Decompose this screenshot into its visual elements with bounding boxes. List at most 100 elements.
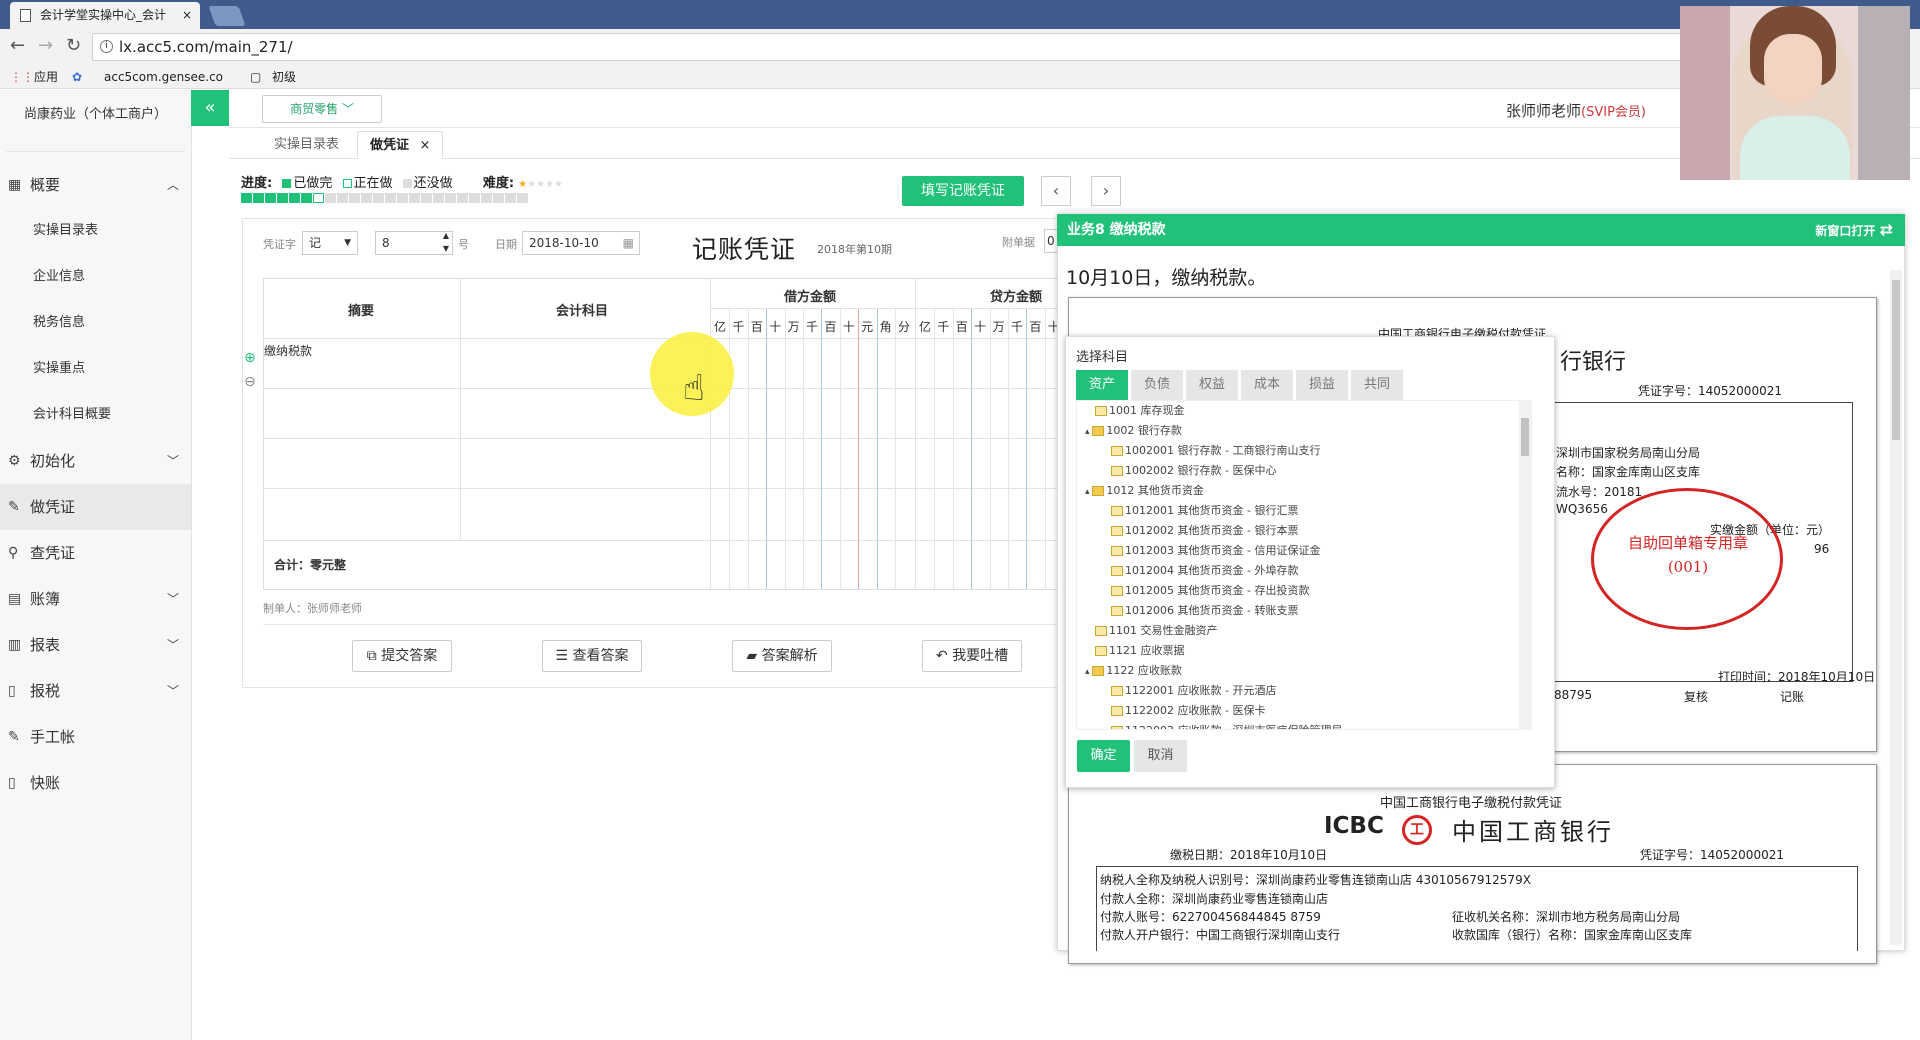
digit-header: 千 [732, 320, 745, 334]
tree-node[interactable]: 1101 交易性金融资产 [1095, 621, 1218, 641]
date-value: 2018-10-10 [529, 236, 599, 250]
sidebar-item-overview[interactable]: ▦ 概要 ︿ [0, 162, 191, 208]
forward-icon[interactable]: → [38, 36, 53, 56]
bookmark-gensee[interactable]: acc5com.gensee.co [104, 69, 223, 85]
sidebar-item-company-info[interactable]: 企业信息 [0, 254, 191, 300]
tree-node-label: 1012002 其他货币资金 - 银行本票 [1125, 524, 1299, 537]
tree-node[interactable]: 1012005 其他货币资金 - 存出投资款 [1111, 581, 1309, 601]
tree-node[interactable]: 1012002 其他货币资金 - 银行本票 [1111, 521, 1298, 541]
tab-label: 做凭证 [370, 138, 410, 153]
tab-assets[interactable]: 资产 [1076, 370, 1128, 400]
sidebar-item-tax-info[interactable]: 税务信息 [0, 300, 191, 346]
bookmark-apps[interactable]: 应用 [34, 69, 58, 85]
tab-close-icon[interactable]: × [182, 2, 192, 29]
tab-catalog[interactable]: 实操目录表 [262, 131, 351, 159]
next-button[interactable]: › [1091, 176, 1121, 206]
tab-liabilities[interactable]: 负债 [1131, 370, 1183, 400]
submit-answer-button[interactable]: ⧉ 提交答案 [352, 640, 452, 672]
user-info[interactable]: 张师师老师(SVIP会员) [1506, 100, 1646, 121]
url-input[interactable]: i lx.acc5.com/main_271/ [92, 33, 1682, 61]
todo-swatch [402, 179, 412, 188]
expand-toggle-icon[interactable]: ▴ [1085, 667, 1092, 677]
view-answer-button[interactable]: ☰ 查看答案 [542, 640, 642, 672]
sidebar-item-manual-ledger[interactable]: ✎ 手工帐 [0, 714, 191, 760]
tab-make-voucher[interactable]: 做凭证 × [357, 131, 444, 159]
sidebar-item-quick-account[interactable]: ▯ 快账 [0, 760, 191, 806]
reload-icon[interactable]: ↻ [66, 36, 81, 56]
tree-node[interactable]: 1012006 其他货币资金 - 转账支票 [1111, 601, 1298, 621]
new-tab-button[interactable] [208, 6, 246, 26]
fill-voucher-button[interactable]: 填写记账凭证 [902, 176, 1024, 206]
progress-cell [385, 193, 396, 203]
sidebar-item-init[interactable]: ⚙ 初始化 ﹀ [0, 438, 191, 484]
digit-header: 千 [1010, 320, 1023, 334]
sidebar-item-reports[interactable]: ▥ 报表 ﹀ [0, 622, 191, 668]
sidebar-item-ledger[interactable]: ▤ 账簿 ﹀ [0, 576, 191, 622]
digit-divider [971, 309, 973, 589]
receipt-line: 征收机关名称：深圳市地方税务局南山分局 [1452, 910, 1681, 924]
panel-scrollbar[interactable] [1890, 270, 1902, 945]
bookmark-junior[interactable]: 初级 [272, 69, 296, 85]
date-input[interactable]: 2018-10-10 ▦ [522, 231, 640, 255]
tree-node[interactable]: ▴ 1122 应收账款 [1085, 661, 1182, 681]
stepper-arrows-icon[interactable]: ▲ ▼ [443, 229, 449, 255]
confirm-button[interactable]: 确定 [1077, 740, 1130, 772]
remove-row-icon[interactable]: ⊖ [244, 374, 256, 390]
expand-toggle-icon[interactable]: ▴ [1085, 487, 1092, 497]
back-icon[interactable]: ← [10, 36, 25, 56]
receipt-voucher-no: 凭证字号：14052000021 [1640, 848, 1784, 862]
voucher-type-select[interactable]: 记 ▼ [302, 231, 358, 255]
prev-button[interactable]: ‹ [1041, 176, 1071, 206]
tree-node[interactable]: 1012004 其他货币资金 - 外埠存款 [1111, 561, 1298, 581]
voucher-number-stepper[interactable]: 8 ▲ ▼ [375, 231, 453, 255]
sidebar-item-make-voucher[interactable]: ✎ 做凭证 [0, 484, 191, 530]
tree-node[interactable]: 1121 应收票据 [1095, 641, 1185, 661]
tree-node[interactable]: 1002001 银行存款 - 工商银行南山支行 [1111, 441, 1320, 461]
progress-cell [289, 193, 300, 203]
apps-icon[interactable]: ⋮⋮ [10, 69, 34, 85]
tree-node[interactable]: 1122001 应收账款 - 开元酒店 [1111, 681, 1276, 701]
progress-cell [301, 193, 312, 203]
tab-common[interactable]: 共同 [1351, 370, 1403, 400]
sidebar-item-catalog[interactable]: 实操目录表 [0, 208, 191, 254]
tab-equity[interactable]: 权益 [1186, 370, 1238, 400]
tree-node-label: 1012003 其他货币资金 - 信用证保证金 [1125, 544, 1321, 557]
tab-cost[interactable]: 成本 [1241, 370, 1293, 400]
sidebar: 尚康药业（个体工商户） ▦ 概要 ︿ 实操目录表 企业信息 税务信息 实操重点 … [0, 90, 192, 1040]
tree-node[interactable]: 1001 库存现金 [1095, 401, 1185, 421]
file-icon [1095, 626, 1107, 636]
sidebar-item-account-overview[interactable]: 会计科目概要 [0, 392, 191, 438]
calendar-icon[interactable]: ▦ [623, 232, 634, 254]
tree-node-label: 1122003 应收账款 - 深圳市医疗保险管理局 [1125, 724, 1342, 729]
feedback-button[interactable]: ↶ 我要吐槽 [922, 640, 1022, 672]
tree-node[interactable]: ▴ 1012 其他货币资金 [1085, 481, 1204, 501]
collapse-sidebar-button[interactable]: « [191, 90, 229, 126]
voucher-number-suffix: 号 [458, 238, 469, 251]
panel-scroll-thumb[interactable] [1892, 280, 1900, 440]
info-icon[interactable]: i [100, 40, 113, 53]
page-icon [20, 9, 31, 22]
tree-node[interactable]: ▴ 1002 银行存款 [1085, 421, 1182, 441]
answer-analysis-button[interactable]: ▰ 答案解析 [732, 640, 832, 672]
tree-scrollbar[interactable] [1519, 400, 1531, 730]
add-row-icon[interactable]: ⊕ [244, 350, 256, 366]
sidebar-item-query-voucher[interactable]: ⚲ 查凭证 [0, 530, 191, 576]
attachment-input[interactable]: 0 [1044, 229, 1058, 253]
browser-tab[interactable]: 会计学堂实操中心_会计 × [10, 2, 200, 29]
tab-profit-loss[interactable]: 损益 [1296, 370, 1348, 400]
tree-node[interactable]: 1012001 其他货币资金 - 银行汇票 [1111, 501, 1298, 521]
industry-dropdown[interactable]: 商贸零售 ﹀ [262, 95, 382, 123]
sidebar-item-tax-filing[interactable]: ▯ 报税 ﹀ [0, 668, 191, 714]
tree-node[interactable]: 1122003 应收账款 - 深圳市医疗保险管理局 [1111, 721, 1342, 729]
cancel-button[interactable]: 取消 [1134, 740, 1187, 772]
chevron-down-icon: ﹀ [166, 454, 179, 468]
expand-toggle-icon[interactable]: ▴ [1085, 427, 1092, 437]
close-icon[interactable]: × [420, 138, 431, 153]
tree-scroll-thumb[interactable] [1521, 418, 1529, 456]
open-new-window-button[interactable]: 新窗口打开 ⇄ [1815, 214, 1893, 247]
sidebar-item-key-points[interactable]: 实操重点 [0, 346, 191, 392]
row-summary-input[interactable]: 缴纳税款 [264, 342, 312, 359]
tree-node[interactable]: 1122002 应收账款 - 医保卡 [1111, 701, 1265, 721]
tree-node[interactable]: 1002002 银行存款 - 医保中心 [1111, 461, 1276, 481]
tree-node[interactable]: 1012003 其他货币资金 - 信用证保证金 [1111, 541, 1320, 561]
